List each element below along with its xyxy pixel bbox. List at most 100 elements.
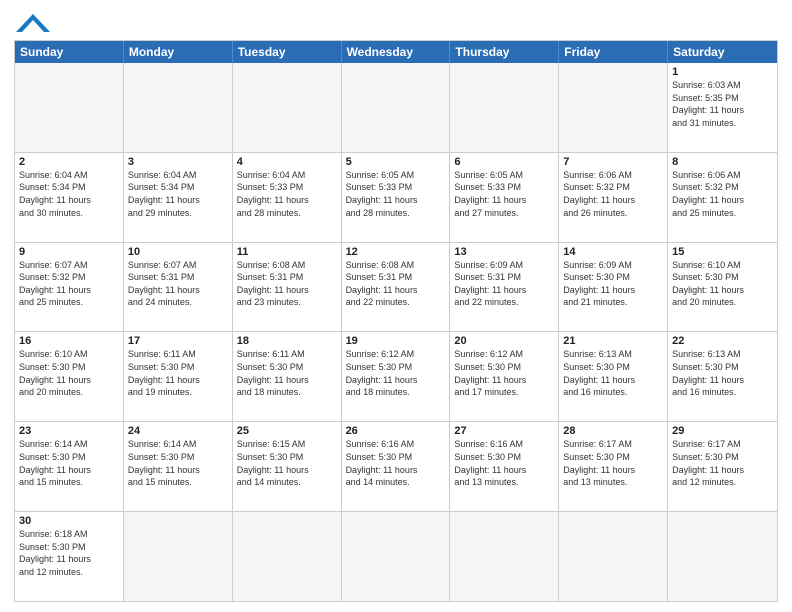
- calendar-cell: 7Sunrise: 6:06 AM Sunset: 5:32 PM Daylig…: [559, 153, 668, 242]
- day-info: Sunrise: 6:16 AM Sunset: 5:30 PM Dayligh…: [454, 438, 554, 488]
- day-number: 22: [672, 335, 773, 347]
- day-info: Sunrise: 6:06 AM Sunset: 5:32 PM Dayligh…: [563, 169, 663, 219]
- calendar-cell: 24Sunrise: 6:14 AM Sunset: 5:30 PM Dayli…: [124, 422, 233, 511]
- day-number: 19: [346, 335, 446, 347]
- weekday-header: Sunday: [15, 41, 124, 63]
- calendar-cell: 8Sunrise: 6:06 AM Sunset: 5:32 PM Daylig…: [668, 153, 777, 242]
- day-info: Sunrise: 6:07 AM Sunset: 5:31 PM Dayligh…: [128, 259, 228, 309]
- day-info: Sunrise: 6:18 AM Sunset: 5:30 PM Dayligh…: [19, 528, 119, 578]
- calendar-cell: 23Sunrise: 6:14 AM Sunset: 5:30 PM Dayli…: [15, 422, 124, 511]
- day-info: Sunrise: 6:09 AM Sunset: 5:30 PM Dayligh…: [563, 259, 663, 309]
- day-number: 4: [237, 156, 337, 168]
- day-number: 28: [563, 425, 663, 437]
- calendar-cell: 28Sunrise: 6:17 AM Sunset: 5:30 PM Dayli…: [559, 422, 668, 511]
- logo-icon: [14, 12, 52, 34]
- calendar-cell: [342, 63, 451, 152]
- calendar-cell: [15, 63, 124, 152]
- day-number: 12: [346, 246, 446, 258]
- day-info: Sunrise: 6:16 AM Sunset: 5:30 PM Dayligh…: [346, 438, 446, 488]
- day-number: 29: [672, 425, 773, 437]
- day-info: Sunrise: 6:17 AM Sunset: 5:30 PM Dayligh…: [672, 438, 773, 488]
- calendar-cell: 1Sunrise: 6:03 AM Sunset: 5:35 PM Daylig…: [668, 63, 777, 152]
- day-number: 8: [672, 156, 773, 168]
- day-info: Sunrise: 6:15 AM Sunset: 5:30 PM Dayligh…: [237, 438, 337, 488]
- weekday-header: Saturday: [668, 41, 777, 63]
- calendar-cell: 21Sunrise: 6:13 AM Sunset: 5:30 PM Dayli…: [559, 332, 668, 421]
- day-info: Sunrise: 6:17 AM Sunset: 5:30 PM Dayligh…: [563, 438, 663, 488]
- day-number: 10: [128, 246, 228, 258]
- calendar-week-row: 9Sunrise: 6:07 AM Sunset: 5:32 PM Daylig…: [15, 243, 777, 333]
- weekday-header: Thursday: [450, 41, 559, 63]
- day-number: 18: [237, 335, 337, 347]
- weekday-header: Wednesday: [342, 41, 451, 63]
- calendar-cell: 20Sunrise: 6:12 AM Sunset: 5:30 PM Dayli…: [450, 332, 559, 421]
- day-info: Sunrise: 6:12 AM Sunset: 5:30 PM Dayligh…: [346, 348, 446, 398]
- weekday-header: Tuesday: [233, 41, 342, 63]
- calendar-cell: 26Sunrise: 6:16 AM Sunset: 5:30 PM Dayli…: [342, 422, 451, 511]
- calendar-cell: [668, 512, 777, 601]
- calendar-week-row: 23Sunrise: 6:14 AM Sunset: 5:30 PM Dayli…: [15, 422, 777, 512]
- calendar-cell: 12Sunrise: 6:08 AM Sunset: 5:31 PM Dayli…: [342, 243, 451, 332]
- calendar-cell: 22Sunrise: 6:13 AM Sunset: 5:30 PM Dayli…: [668, 332, 777, 421]
- day-number: 1: [672, 66, 773, 78]
- calendar-cell: [559, 63, 668, 152]
- calendar: SundayMondayTuesdayWednesdayThursdayFrid…: [14, 40, 778, 602]
- day-info: Sunrise: 6:10 AM Sunset: 5:30 PM Dayligh…: [19, 348, 119, 398]
- calendar-cell: 9Sunrise: 6:07 AM Sunset: 5:32 PM Daylig…: [15, 243, 124, 332]
- day-info: Sunrise: 6:05 AM Sunset: 5:33 PM Dayligh…: [346, 169, 446, 219]
- day-number: 27: [454, 425, 554, 437]
- calendar-cell: 17Sunrise: 6:11 AM Sunset: 5:30 PM Dayli…: [124, 332, 233, 421]
- calendar-cell: 19Sunrise: 6:12 AM Sunset: 5:30 PM Dayli…: [342, 332, 451, 421]
- day-number: 3: [128, 156, 228, 168]
- day-number: 6: [454, 156, 554, 168]
- calendar-week-row: 30Sunrise: 6:18 AM Sunset: 5:30 PM Dayli…: [15, 512, 777, 601]
- calendar-cell: 25Sunrise: 6:15 AM Sunset: 5:30 PM Dayli…: [233, 422, 342, 511]
- weekday-header: Friday: [559, 41, 668, 63]
- day-number: 15: [672, 246, 773, 258]
- day-number: 30: [19, 515, 119, 527]
- day-info: Sunrise: 6:13 AM Sunset: 5:30 PM Dayligh…: [563, 348, 663, 398]
- calendar-cell: 16Sunrise: 6:10 AM Sunset: 5:30 PM Dayli…: [15, 332, 124, 421]
- calendar-cell: 6Sunrise: 6:05 AM Sunset: 5:33 PM Daylig…: [450, 153, 559, 242]
- day-number: 20: [454, 335, 554, 347]
- calendar-cell: [233, 63, 342, 152]
- day-info: Sunrise: 6:04 AM Sunset: 5:33 PM Dayligh…: [237, 169, 337, 219]
- day-number: 2: [19, 156, 119, 168]
- calendar-cell: 2Sunrise: 6:04 AM Sunset: 5:34 PM Daylig…: [15, 153, 124, 242]
- calendar-cell: 30Sunrise: 6:18 AM Sunset: 5:30 PM Dayli…: [15, 512, 124, 601]
- calendar-header: SundayMondayTuesdayWednesdayThursdayFrid…: [15, 41, 777, 63]
- day-number: 17: [128, 335, 228, 347]
- calendar-cell: [233, 512, 342, 601]
- calendar-week-row: 1Sunrise: 6:03 AM Sunset: 5:35 PM Daylig…: [15, 63, 777, 153]
- calendar-cell: 3Sunrise: 6:04 AM Sunset: 5:34 PM Daylig…: [124, 153, 233, 242]
- calendar-week-row: 2Sunrise: 6:04 AM Sunset: 5:34 PM Daylig…: [15, 153, 777, 243]
- header: [14, 10, 778, 34]
- day-info: Sunrise: 6:04 AM Sunset: 5:34 PM Dayligh…: [19, 169, 119, 219]
- day-info: Sunrise: 6:04 AM Sunset: 5:34 PM Dayligh…: [128, 169, 228, 219]
- calendar-cell: 14Sunrise: 6:09 AM Sunset: 5:30 PM Dayli…: [559, 243, 668, 332]
- day-info: Sunrise: 6:12 AM Sunset: 5:30 PM Dayligh…: [454, 348, 554, 398]
- day-info: Sunrise: 6:11 AM Sunset: 5:30 PM Dayligh…: [237, 348, 337, 398]
- calendar-cell: [559, 512, 668, 601]
- calendar-cell: 27Sunrise: 6:16 AM Sunset: 5:30 PM Dayli…: [450, 422, 559, 511]
- calendar-cell: [450, 512, 559, 601]
- logo: [14, 14, 52, 34]
- day-number: 23: [19, 425, 119, 437]
- day-info: Sunrise: 6:08 AM Sunset: 5:31 PM Dayligh…: [237, 259, 337, 309]
- calendar-cell: 5Sunrise: 6:05 AM Sunset: 5:33 PM Daylig…: [342, 153, 451, 242]
- day-number: 9: [19, 246, 119, 258]
- calendar-cell: 10Sunrise: 6:07 AM Sunset: 5:31 PM Dayli…: [124, 243, 233, 332]
- calendar-cell: 13Sunrise: 6:09 AM Sunset: 5:31 PM Dayli…: [450, 243, 559, 332]
- day-number: 7: [563, 156, 663, 168]
- page: SundayMondayTuesdayWednesdayThursdayFrid…: [0, 0, 792, 612]
- calendar-cell: 15Sunrise: 6:10 AM Sunset: 5:30 PM Dayli…: [668, 243, 777, 332]
- calendar-cell: [124, 63, 233, 152]
- day-number: 25: [237, 425, 337, 437]
- day-info: Sunrise: 6:13 AM Sunset: 5:30 PM Dayligh…: [672, 348, 773, 398]
- day-info: Sunrise: 6:05 AM Sunset: 5:33 PM Dayligh…: [454, 169, 554, 219]
- weekday-header: Monday: [124, 41, 233, 63]
- day-info: Sunrise: 6:08 AM Sunset: 5:31 PM Dayligh…: [346, 259, 446, 309]
- day-number: 24: [128, 425, 228, 437]
- day-info: Sunrise: 6:10 AM Sunset: 5:30 PM Dayligh…: [672, 259, 773, 309]
- day-info: Sunrise: 6:03 AM Sunset: 5:35 PM Dayligh…: [672, 79, 773, 129]
